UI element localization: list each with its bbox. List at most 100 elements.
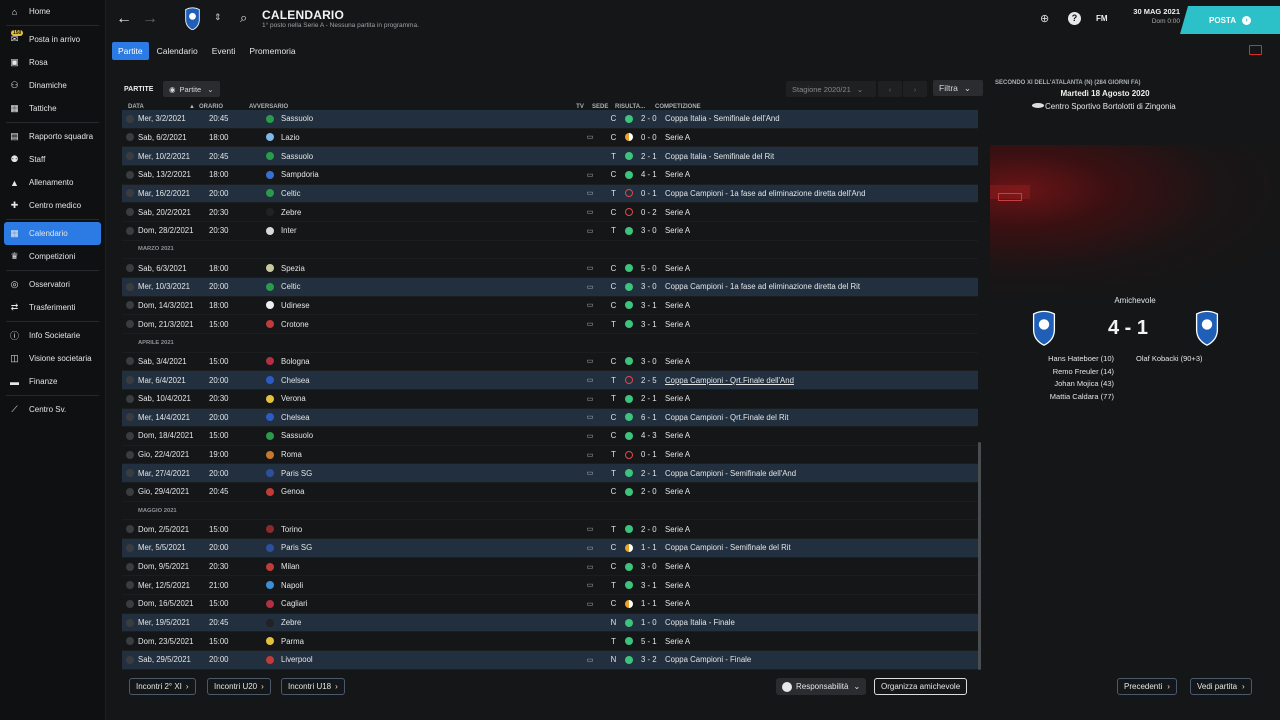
- competition-cell[interactable]: Serie A: [665, 487, 978, 496]
- row-select[interactable]: [122, 208, 138, 217]
- opponent-cell[interactable]: Bologna: [266, 357, 578, 366]
- competition-cell[interactable]: Serie A: [665, 264, 978, 273]
- club-switch-chevron-icon[interactable]: ⇕: [214, 12, 222, 23]
- row-select[interactable]: [122, 264, 138, 273]
- tv-icon[interactable]: [1249, 45, 1262, 55]
- competition-cell[interactable]: Serie A: [665, 525, 978, 534]
- back-arrow-icon[interactable]: ←: [116, 10, 132, 28]
- opponent-cell[interactable]: Paris SG: [266, 543, 578, 552]
- reserve-matches-button[interactable]: Incontri 2° XI ›: [129, 678, 196, 695]
- sidebar-item-rosa[interactable]: ▣ Rosa: [0, 51, 105, 74]
- table-row[interactable]: Mer, 19/5/2021 20:45 Zebre N 1 - 0 Coppa Ital…: [122, 613, 978, 633]
- table-row[interactable]: Sab, 29/5/2021 20:00 Liverpool ▭ N 3 - 2 Coppa…: [122, 651, 978, 670]
- competition-cell[interactable]: Serie A: [665, 357, 978, 366]
- responsibility-dropdown[interactable]: Responsabilità ⌄: [776, 678, 867, 695]
- opponent-cell[interactable]: Zebre: [266, 208, 578, 217]
- opponent-cell[interactable]: Napoli: [266, 581, 578, 590]
- header-venue[interactable]: SEDE: [592, 104, 615, 110]
- u20-matches-button[interactable]: Incontri U20 ›: [207, 678, 271, 695]
- sidebar-item-centro-sv-[interactable]: ⟋ Centro Sv.: [0, 398, 105, 421]
- table-row[interactable]: Sab, 3/4/2021 15:00 Bologna ▭ C 3 - 0 Serie A: [122, 353, 978, 372]
- opponent-cell[interactable]: Roma: [266, 450, 578, 459]
- competition-cell[interactable]: Coppa Italia - Finale: [665, 618, 978, 627]
- competition-cell[interactable]: Serie A: [665, 301, 978, 310]
- competition-cell[interactable]: Serie A: [665, 599, 978, 608]
- row-select[interactable]: [122, 543, 138, 552]
- scorer-entry[interactable]: Mattia Caldara (77): [1012, 391, 1114, 404]
- sidebar-item-allenamento[interactable]: ▲ Allenamento: [0, 171, 105, 194]
- table-row[interactable]: Gio, 29/4/2021 20:45 Genoa C 2 - 0 Serie A: [122, 483, 978, 502]
- sidebar-item-dinamiche[interactable]: ⚇ Dinamiche: [0, 74, 105, 97]
- opponent-cell[interactable]: Celtic: [266, 189, 578, 198]
- opponent-cell[interactable]: Liverpool: [266, 655, 578, 664]
- row-select[interactable]: [122, 618, 138, 627]
- row-select[interactable]: [122, 357, 138, 366]
- tab-eventi[interactable]: Eventi: [206, 42, 242, 60]
- sidebar-item-trasferimenti[interactable]: ⇄ Trasferimenti: [0, 296, 105, 319]
- opponent-cell[interactable]: Chelsea: [266, 376, 578, 385]
- sidebar-item-calendario[interactable]: ▦ Calendario: [4, 222, 101, 245]
- table-row[interactable]: Dom, 18/4/2021 15:00 Sassuolo ▭ C 4 - 3 Serie …: [122, 427, 978, 446]
- row-select[interactable]: [122, 152, 138, 161]
- row-select[interactable]: [122, 394, 138, 403]
- help-icon[interactable]: ?: [1068, 12, 1081, 25]
- competition-cell[interactable]: Serie A: [665, 208, 978, 217]
- scorer-entry[interactable]: Johan Mojica (43): [1012, 378, 1114, 391]
- opponent-cell[interactable]: Zebre: [266, 618, 578, 627]
- scorer-entry[interactable]: Remo Freuler (14): [1012, 366, 1114, 379]
- globe-icon[interactable]: ⊕: [1040, 12, 1049, 25]
- row-select[interactable]: [122, 226, 138, 235]
- opponent-cell[interactable]: Chelsea: [266, 413, 578, 422]
- arrange-friendly-button[interactable]: Organizza amichevole: [874, 678, 968, 695]
- opponent-cell[interactable]: Verona: [266, 394, 578, 403]
- competition-cell[interactable]: Coppa Campioni - Semifinale del Rit: [665, 543, 978, 552]
- fm-menu-button[interactable]: FM: [1096, 14, 1108, 23]
- header-result[interactable]: RISULTA...: [615, 104, 655, 110]
- opponent-cell[interactable]: Genoa: [266, 487, 578, 496]
- competition-cell[interactable]: Coppa Campioni - 1a fase ad eliminazione…: [665, 189, 978, 198]
- table-row[interactable]: Mar, 16/2/2021 20:00 Celtic ▭ T 0 - 1 Coppa Ca…: [122, 184, 978, 204]
- tab-promemoria[interactable]: Promemoria: [243, 42, 301, 60]
- header-opponent[interactable]: AVVERSARIO: [249, 104, 561, 110]
- opponent-cell[interactable]: Lazio: [266, 133, 578, 142]
- row-select[interactable]: [122, 525, 138, 534]
- header-competition[interactable]: COMPETIZIONE: [655, 104, 978, 110]
- opponent-cell[interactable]: Cagliari: [266, 599, 578, 608]
- table-row[interactable]: Dom, 23/5/2021 15:00 Parma T 5 - 1 Serie A: [122, 632, 978, 652]
- view-dropdown[interactable]: ◉ Partite ⌄: [163, 81, 220, 97]
- table-row[interactable]: Dom, 2/5/2021 15:00 Torino ▭ T 2 - 0 Serie A: [122, 520, 978, 540]
- opponent-cell[interactable]: Celtic: [266, 282, 578, 291]
- table-row[interactable]: Mar, 27/4/2021 20:00 Paris SG ▭ T 2 - 1 Coppa …: [122, 464, 978, 484]
- opponent-cell[interactable]: Sampdoria: [266, 170, 578, 179]
- sidebar-item-home[interactable]: ⌂ Home: [0, 0, 105, 23]
- next-season-button[interactable]: ›: [903, 81, 927, 97]
- row-select[interactable]: [122, 301, 138, 310]
- prev-season-button[interactable]: ‹: [878, 81, 902, 97]
- table-row[interactable]: Mer, 10/3/2021 20:00 Celtic ▭ C 3 - 0 Coppa Ca…: [122, 277, 978, 297]
- competition-cell[interactable]: Serie A: [665, 170, 978, 179]
- filter-dropdown[interactable]: Filtra ⌄: [933, 80, 983, 96]
- sidebar-item-info-societarie[interactable]: ⓘ Info Societarie: [0, 324, 105, 347]
- row-select[interactable]: [122, 320, 138, 329]
- search-icon[interactable]: ⌕: [240, 10, 247, 26]
- sidebar-item-posta-in-arrivo[interactable]: ✉ Posta in arrivo 150: [0, 28, 105, 51]
- table-row[interactable]: Mer, 3/2/2021 20:45 Sassuolo C 2 - 0 Coppa It…: [122, 110, 978, 129]
- opponent-cell[interactable]: Sassuolo: [266, 114, 578, 123]
- opponent-cell[interactable]: Sassuolo: [266, 152, 578, 161]
- row-select[interactable]: [122, 282, 138, 291]
- competition-cell[interactable]: Serie A: [665, 450, 978, 459]
- sidebar-item-tattiche[interactable]: ▦ Tattiche: [0, 97, 105, 120]
- sidebar-item-visione-societaria[interactable]: ◫ Visione societaria: [0, 347, 105, 370]
- opponent-cell[interactable]: Milan: [266, 562, 578, 571]
- table-row[interactable]: Mer, 12/5/2021 21:00 Napoli ▭ T 3 - 1 Serie A: [122, 576, 978, 596]
- season-dropdown[interactable]: Stagione 2020/21 ⌄: [786, 81, 876, 97]
- opponent-cell[interactable]: Inter: [266, 226, 578, 235]
- header-tv[interactable]: TV: [568, 104, 592, 110]
- competition-cell[interactable]: Coppa Italia - Semifinale del Rit: [665, 152, 978, 161]
- table-row[interactable]: Sab, 6/2/2021 18:00 Lazio ▭ C 0 - 0 Serie A: [122, 129, 978, 148]
- table-row[interactable]: Mar, 6/4/2021 20:00 Chelsea ▭ T 2 - 5 Coppa Ca…: [122, 371, 978, 390]
- table-row[interactable]: Sab, 6/3/2021 18:00 Spezia ▭ C 5 - 0 Serie A: [122, 259, 978, 278]
- row-select[interactable]: [122, 170, 138, 179]
- forward-arrow-icon[interactable]: →: [142, 10, 158, 28]
- table-row[interactable]: Sab, 10/4/2021 20:30 Verona ▭ T 2 - 1 Serie A: [122, 390, 978, 409]
